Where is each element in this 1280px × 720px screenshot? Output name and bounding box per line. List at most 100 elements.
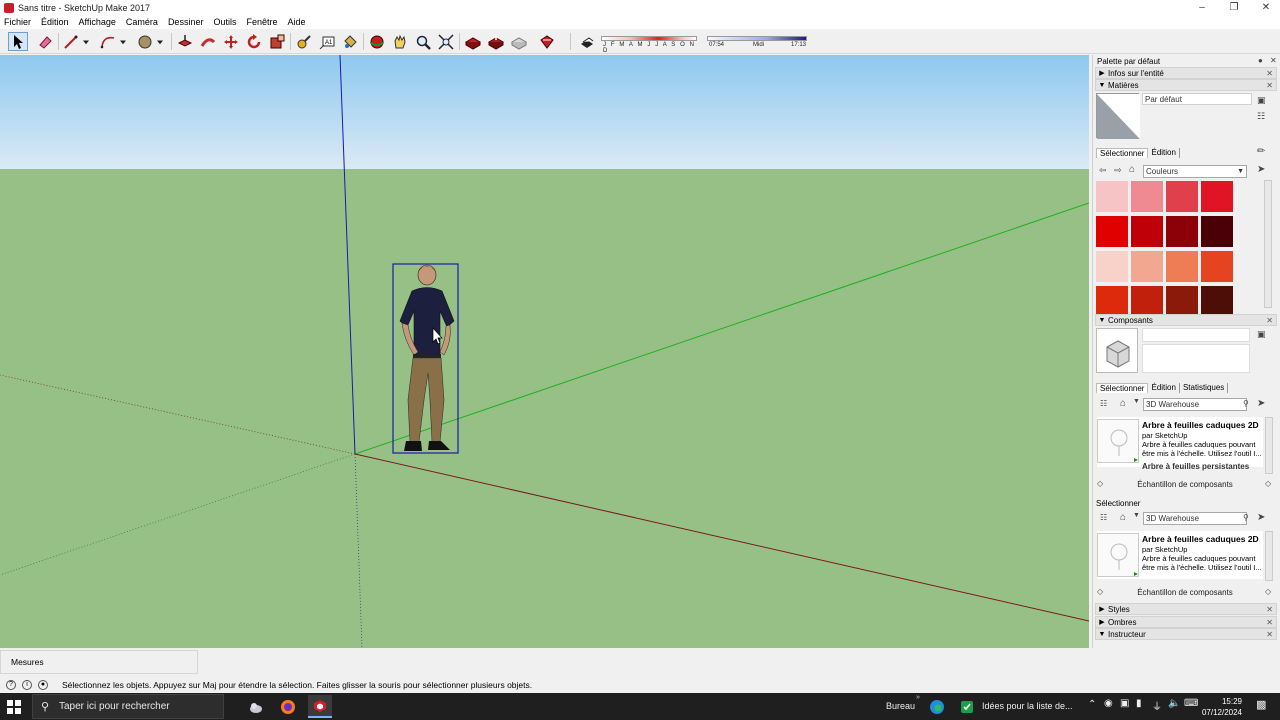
share-component-icon[interactable] (486, 32, 506, 51)
expand-toolbar-icon[interactable]: » (916, 694, 920, 701)
notifications-icon[interactable]: ▩ (1256, 698, 1266, 711)
shape-dropdown-icon[interactable] (154, 32, 166, 51)
color-swatch[interactable] (1166, 181, 1198, 212)
tab-statistics[interactable]: Statistiques (1180, 383, 1229, 393)
components-scrollbar[interactable] (1265, 417, 1273, 474)
scale-tool-icon[interactable] (267, 32, 287, 51)
menu-camera[interactable]: Caméra (126, 17, 158, 27)
taskbar-search[interactable]: ⚲ Taper ici pour rechercher (32, 694, 224, 719)
volume-icon[interactable]: 🔈 (1168, 698, 1180, 709)
tab-select[interactable]: Sélectionner (1096, 148, 1149, 158)
home-icon[interactable]: ⌂ (1120, 398, 1126, 409)
shadow-date-slider[interactable]: J F M A M J J A S O N D (601, 33, 701, 54)
component-sampler[interactable]: Échantillon de composants (1093, 480, 1277, 489)
tab-select[interactable]: Sélectionner (1096, 383, 1149, 393)
menu-dessiner[interactable]: Dessiner (168, 17, 204, 27)
taskbar-clock[interactable]: 15:29 07/12/2024 (1202, 696, 1242, 718)
menu-fichier[interactable]: Fichier (4, 17, 31, 27)
color-swatch[interactable] (1201, 181, 1233, 212)
battery-icon[interactable]: ▮ (1136, 698, 1142, 709)
diamond-right-icon[interactable]: ◇ (1265, 587, 1271, 596)
panel-close-icon[interactable]: ✕ (1266, 605, 1273, 614)
panel-styles[interactable]: ▶ Styles ✕ (1095, 603, 1277, 615)
chevron-down-icon[interactable]: ▼ (1133, 512, 1140, 519)
color-swatch[interactable] (1096, 251, 1128, 282)
color-swatch[interactable] (1166, 216, 1198, 247)
search-icon[interactable]: ⚲ (1243, 513, 1249, 522)
material-library-select[interactable]: Couleurs ▼ (1143, 165, 1247, 178)
geolocation-icon[interactable]: ? (6, 679, 16, 690)
eraser-tool-icon[interactable] (35, 32, 55, 51)
notification-text[interactable]: Idées pour la liste de... (982, 701, 1073, 711)
color-swatch[interactable] (1166, 251, 1198, 282)
component-options-icon[interactable]: ▣ (1257, 329, 1266, 340)
color-swatch[interactable] (1131, 286, 1163, 317)
color-swatch[interactable] (1096, 181, 1128, 212)
view-options-icon[interactable]: ☷ (1100, 513, 1107, 522)
drawing-viewport[interactable] (0, 55, 1089, 648)
pin-icon[interactable]: ● (1258, 56, 1263, 65)
follow-me-tool-icon[interactable] (198, 32, 218, 51)
move-tool-icon[interactable] (221, 32, 241, 51)
panel-close-icon[interactable]: ✕ (1266, 81, 1273, 90)
line-dropdown-icon[interactable] (80, 32, 92, 51)
search-icon[interactable]: ⚲ (1243, 399, 1249, 408)
panel-shadows[interactable]: ▶ Ombres ✕ (1095, 616, 1277, 628)
firefox-icon[interactable] (276, 695, 300, 718)
component-name-field[interactable] (1142, 328, 1250, 342)
line-tool-icon[interactable] (61, 32, 81, 51)
panel-entity-info[interactable]: ▶ Infos sur l'entité ✕ (1095, 67, 1277, 79)
panel-close-icon[interactable]: ✕ (1266, 69, 1273, 78)
details-arrow-icon[interactable]: ➤ (1257, 512, 1265, 523)
shadow-time-slider[interactable]: 07:54 Midi 17:13 (707, 33, 809, 51)
windows-start-icon[interactable] (6, 699, 22, 715)
arc-dropdown-icon[interactable] (117, 32, 129, 51)
chevron-down-icon[interactable]: ▼ (1133, 398, 1140, 405)
forward-arrow-icon[interactable]: ⇨ (1114, 165, 1122, 176)
eyedropper-icon[interactable]: ✏ (1257, 146, 1265, 157)
sketchup-taskbar-icon[interactable] (308, 695, 332, 718)
credits-icon[interactable]: i (22, 679, 32, 690)
secondary-search-input[interactable]: 3D Warehouse (1143, 512, 1247, 525)
color-swatch[interactable] (1201, 286, 1233, 317)
extension-warehouse-icon[interactable] (537, 32, 557, 51)
back-arrow-icon[interactable]: ⇦ (1099, 165, 1107, 176)
weather-app-icon[interactable] (244, 695, 268, 718)
color-swatch[interactable] (1131, 216, 1163, 247)
color-swatch[interactable] (1201, 251, 1233, 282)
home-icon[interactable]: ⌂ (1120, 512, 1126, 523)
close-button[interactable]: ✕ (1250, 0, 1280, 15)
color-swatch[interactable] (1131, 181, 1163, 212)
secondary-component-sampler[interactable]: Échantillon de composants (1093, 588, 1277, 597)
color-swatch[interactable] (1166, 286, 1198, 317)
select-tool-icon[interactable] (8, 32, 28, 51)
zoom-extents-icon[interactable] (436, 32, 456, 51)
wifi-icon[interactable]: ⏚ (1152, 698, 1162, 713)
language-icon[interactable]: ⌨ (1184, 698, 1198, 709)
home-icon[interactable]: ⌂ (1129, 164, 1135, 175)
pan-tool-icon[interactable] (390, 32, 410, 51)
push-pull-tool-icon[interactable] (175, 32, 195, 51)
text-tool-icon[interactable]: A1 (317, 32, 337, 51)
components-search-input[interactable]: 3D Warehouse (1143, 398, 1247, 411)
tab-edit[interactable]: Édition (1148, 148, 1180, 158)
color-swatch[interactable] (1096, 286, 1128, 317)
user-icon[interactable]: ● (38, 679, 48, 690)
menu-outils[interactable]: Outils (213, 17, 236, 27)
color-swatch[interactable] (1131, 251, 1163, 282)
orbit-tool-icon[interactable] (367, 32, 387, 51)
edge-icon[interactable] (925, 695, 949, 718)
component-list-item[interactable]: Arbre à feuilles caduques 2D par SketchU… (1097, 417, 1263, 471)
sample-paint-icon[interactable]: ☷ (1257, 111, 1265, 122)
arc-tool-icon[interactable] (98, 32, 118, 51)
component-description-field[interactable] (1142, 344, 1250, 373)
details-arrow-icon[interactable]: ➤ (1257, 398, 1265, 409)
menu-aide[interactable]: Aide (288, 17, 306, 27)
swatches-scrollbar[interactable] (1264, 180, 1272, 308)
restore-button[interactable]: ❐ (1218, 0, 1250, 15)
shadows-toggle-icon[interactable] (577, 32, 597, 51)
details-arrow-icon[interactable]: ➤ (1257, 164, 1265, 175)
measurements-input[interactable] (198, 650, 1280, 674)
menu-edition[interactable]: Édition (41, 17, 69, 27)
rotate-tool-icon[interactable] (244, 32, 264, 51)
